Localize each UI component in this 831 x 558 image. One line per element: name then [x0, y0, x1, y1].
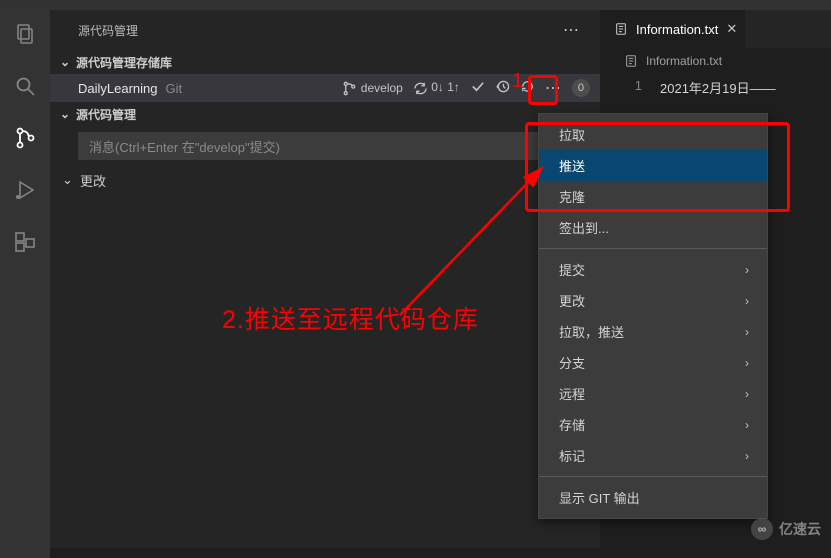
chevron-right-icon: ›: [745, 387, 749, 401]
annotation-step-2: 2.推送至远程代码仓库: [222, 300, 479, 336]
sync-indicator[interactable]: 0↓ 1↑: [413, 80, 460, 95]
sidebar-more-icon[interactable]: ⋯: [563, 20, 580, 40]
menu-item[interactable]: 拉取: [539, 119, 767, 150]
menu-item[interactable]: 显示 GIT 输出: [539, 482, 767, 513]
branch-name: develop: [361, 81, 403, 95]
repo-controls: develop 0↓ 1↑ ⋯ 0: [342, 78, 590, 98]
menu-item-label: 更改: [559, 291, 585, 310]
chevron-right-icon: ›: [745, 325, 749, 339]
menu-item[interactable]: 存储 ›: [539, 409, 767, 440]
breadcrumb-text: Information.txt: [646, 54, 722, 68]
section-repos-label: 源代码管理存储库: [76, 54, 172, 71]
menu-item[interactable]: 提交 ›: [539, 254, 767, 285]
breadcrumb[interactable]: Information.txt: [600, 48, 831, 74]
close-icon[interactable]: ✕: [726, 21, 737, 37]
branch-indicator[interactable]: develop: [342, 81, 403, 96]
chevron-right-icon: ›: [745, 418, 749, 432]
menu-item-label: 提交: [559, 260, 585, 279]
file-lines-icon: [624, 54, 638, 68]
annotation-step-1: 1: [512, 70, 523, 93]
files-icon[interactable]: [13, 22, 37, 46]
file-lines-icon: [614, 22, 628, 36]
tab-title: Information.txt: [636, 22, 718, 37]
menu-item[interactable]: 签出到...: [539, 212, 767, 243]
section-scm-header[interactable]: ⌄ 源代码管理: [50, 102, 600, 126]
menu-item[interactable]: 克隆: [539, 181, 767, 212]
menu-item-label: 远程: [559, 384, 585, 403]
menu-item[interactable]: 标记 ›: [539, 440, 767, 471]
menu-item-label: 标记: [559, 446, 585, 465]
editor-body[interactable]: 1 2021年2月19日——: [600, 74, 831, 97]
commit-check-icon[interactable]: [470, 79, 485, 97]
chevron-right-icon: ›: [745, 356, 749, 370]
menu-item-label: 克隆: [559, 187, 585, 206]
window-top-strip: [0, 0, 831, 10]
source-control-icon[interactable]: [13, 126, 37, 150]
menu-item[interactable]: 分支 ›: [539, 347, 767, 378]
search-icon[interactable]: [13, 74, 37, 98]
changes-count-badge: 0: [572, 79, 590, 97]
editor-tabbar: Information.txt ✕: [600, 10, 831, 48]
menu-item-label: 显示 GIT 输出: [559, 488, 640, 507]
watermark: ∞ 亿速云: [751, 518, 821, 540]
extensions-icon[interactable]: [13, 230, 37, 254]
section-scm-label: 源代码管理: [76, 106, 136, 123]
menu-item[interactable]: 更改 ›: [539, 285, 767, 316]
chevron-right-icon: ›: [745, 449, 749, 463]
menu-separator: [539, 248, 767, 249]
run-debug-icon[interactable]: [13, 178, 37, 202]
commit-message-input[interactable]: 消息(Ctrl+Enter 在"develop"提交): [78, 132, 586, 160]
changes-section[interactable]: ⌄ 更改: [50, 168, 600, 192]
repo-name: DailyLearning: [78, 81, 158, 96]
commit-placeholder: 消息(Ctrl+Enter 在"develop"提交): [89, 137, 280, 156]
menu-item-label: 拉取，推送: [559, 322, 624, 341]
chevron-down-icon: ⌄: [62, 172, 76, 188]
menu-item-label: 分支: [559, 353, 585, 372]
activity-bar: [0, 10, 50, 558]
menu-item[interactable]: 拉取，推送 ›: [539, 316, 767, 347]
history-icon[interactable]: [495, 79, 510, 97]
changes-label: 更改: [80, 171, 106, 190]
watermark-text: 亿速云: [779, 519, 821, 539]
chevron-right-icon: ›: [745, 294, 749, 308]
line-number: 1: [600, 74, 660, 97]
menu-item-label: 拉取: [559, 125, 585, 144]
menu-item[interactable]: 推送: [539, 150, 767, 181]
editor-tab-information[interactable]: Information.txt ✕: [600, 10, 746, 48]
scm-context-menu: 拉取推送克隆签出到... 提交 › 更改 › 拉取，推送 › 分支 › 远程 › 存储 › 标记 › 显示 G…: [538, 113, 768, 519]
menu-item[interactable]: 远程 ›: [539, 378, 767, 409]
chevron-down-icon: ⌄: [58, 107, 72, 121]
line-text: 2021年2月19日——: [660, 74, 776, 97]
sidebar-header: 源代码管理 ⋯: [50, 10, 600, 50]
menu-separator: [539, 476, 767, 477]
repo-more-icon[interactable]: ⋯: [545, 78, 562, 98]
menu-item-label: 签出到...: [559, 218, 609, 237]
repo-type: Git: [166, 81, 183, 96]
menu-item-label: 存储: [559, 415, 585, 434]
chevron-down-icon: ⌄: [58, 55, 72, 69]
sidebar-title: 源代码管理: [78, 22, 138, 39]
menu-item-label: 推送: [559, 156, 585, 175]
watermark-logo-icon: ∞: [751, 518, 773, 540]
chevron-right-icon: ›: [745, 263, 749, 277]
